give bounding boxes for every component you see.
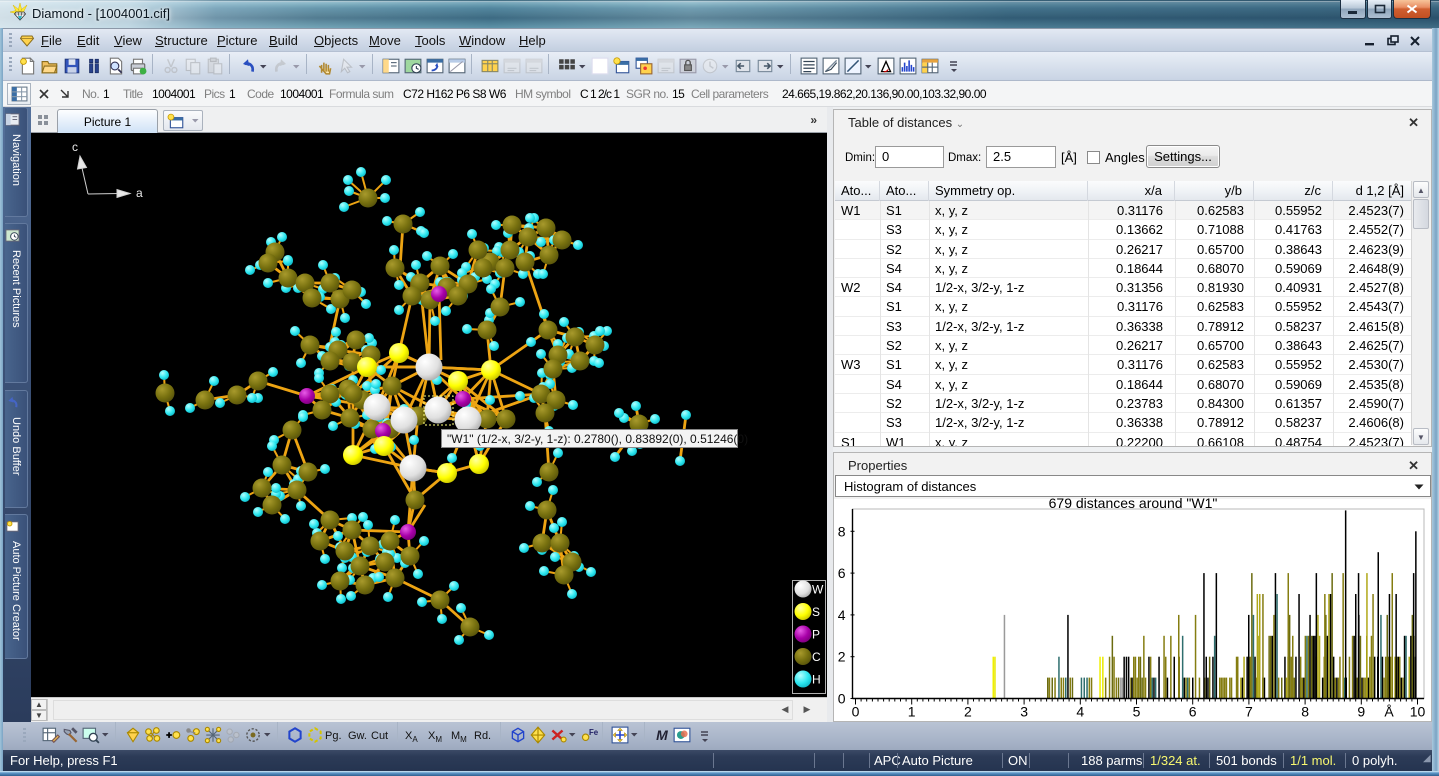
svg-text:8: 8: [1301, 704, 1309, 720]
svg-text:P: P: [812, 628, 820, 642]
svg-text:4: 4: [838, 607, 846, 623]
svg-text:S: S: [812, 605, 820, 619]
svg-text:0: 0: [852, 704, 860, 720]
svg-text:10: 10: [1410, 704, 1426, 720]
svg-text:9: 9: [1357, 704, 1365, 720]
svg-text:3: 3: [1020, 704, 1028, 720]
svg-text:8: 8: [838, 523, 846, 539]
svg-text:Fe: Fe: [589, 728, 598, 737]
svg-text:5: 5: [1133, 704, 1141, 720]
svg-text:6: 6: [1189, 704, 1197, 720]
svg-text:C: C: [812, 650, 821, 664]
svg-text:W: W: [812, 583, 824, 597]
svg-text:7: 7: [1245, 704, 1253, 720]
svg-text:H: H: [812, 673, 821, 687]
svg-text:Å: Å: [1384, 704, 1394, 720]
svg-text:0: 0: [838, 691, 846, 707]
svg-text:2: 2: [964, 704, 972, 720]
svg-text:1: 1: [908, 704, 916, 720]
svg-text:6: 6: [838, 565, 846, 581]
svg-text:679 distances around "W1": 679 distances around "W1": [1049, 495, 1218, 511]
svg-text:2: 2: [838, 649, 846, 665]
svg-text:4: 4: [1076, 704, 1084, 720]
svg-text:c: c: [72, 140, 78, 154]
svg-text:a: a: [136, 186, 143, 200]
